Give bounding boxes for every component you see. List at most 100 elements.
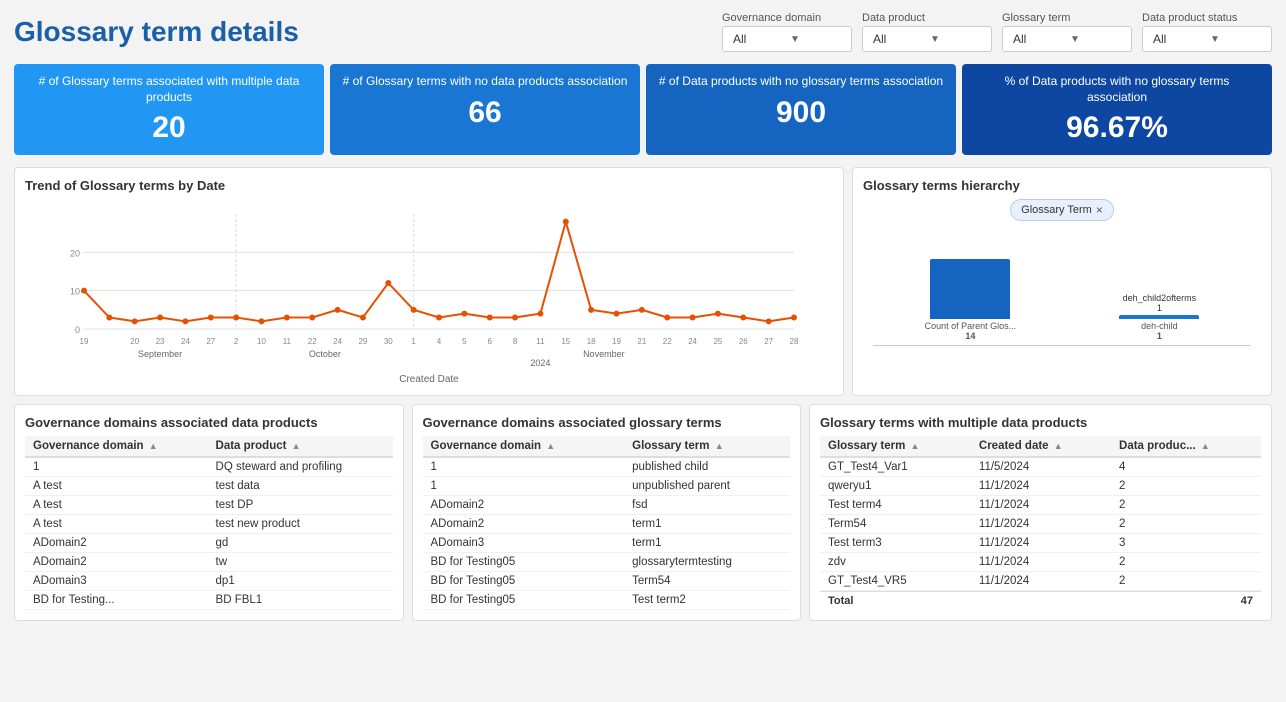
filters-container: Governance domain All ▼ Data product All… xyxy=(722,12,1272,52)
filter-value-2: All xyxy=(1013,32,1064,46)
filter-select-0[interactable]: All ▼ xyxy=(722,26,852,52)
svg-text:22: 22 xyxy=(663,337,672,346)
svg-text:6: 6 xyxy=(487,337,492,346)
page-title: Glossary term details xyxy=(14,16,706,48)
gov-glossary-terms-panel: Governance domains associated glossary t… xyxy=(412,404,802,621)
svg-text:30: 30 xyxy=(384,337,393,346)
gov-data-products-panel: Governance domains associated data produ… xyxy=(14,404,404,621)
table-row: 1published child xyxy=(423,457,791,477)
svg-text:24: 24 xyxy=(688,337,697,346)
sort-icon-1: ▲ xyxy=(1054,441,1063,451)
trend-chart-panel: Trend of Glossary terms by Date 01020Sep… xyxy=(14,167,844,396)
chevron-down-icon-0: ▼ xyxy=(790,34,841,45)
gov-data-products-title: Governance domains associated data produ… xyxy=(25,415,393,430)
svg-text:19: 19 xyxy=(80,337,89,346)
bar-group-0: Count of Parent Glos...14 xyxy=(925,257,1017,341)
td-gdp-head-1-1: test data xyxy=(208,477,393,496)
svg-text:10: 10 xyxy=(70,287,80,297)
filter-select-3[interactable]: All ▼ xyxy=(1142,26,1272,52)
td-gm-head-4-1: 11/1/2024 xyxy=(971,534,1111,553)
td-gdp-head-5-1: tw xyxy=(208,553,393,572)
table-row: zdv11/1/20242 xyxy=(820,553,1261,572)
svg-text:2: 2 xyxy=(234,337,239,346)
td-gm-head-3-1: 11/1/2024 xyxy=(971,515,1111,534)
td-gdp-head-3-0: A test xyxy=(25,515,208,534)
kpi-card-0: # of Glossary terms associated with mult… xyxy=(14,64,324,155)
td-gm-head-1-0: qweryu1 xyxy=(820,477,971,496)
td-gm-head-6-2: 2 xyxy=(1111,572,1261,591)
filter-label-0: Governance domain xyxy=(722,12,852,24)
svg-text:5: 5 xyxy=(462,337,467,346)
td-gdp-head-6-0: ADomain3 xyxy=(25,572,208,591)
kpi-card-1: # of Glossary terms with no data product… xyxy=(330,64,640,155)
td-gm-head-1-1: 11/1/2024 xyxy=(971,477,1111,496)
chevron-down-icon-3: ▼ xyxy=(1210,34,1261,45)
kpi-value-1: 66 xyxy=(342,96,628,130)
table-row: 1unpublished parent xyxy=(423,477,791,496)
td-gdp-head-6-1: dp1 xyxy=(208,572,393,591)
table-row: Test term411/1/20242 xyxy=(820,496,1261,515)
hierarchy-chip[interactable]: Glossary Term × xyxy=(1010,199,1114,221)
svg-text:10: 10 xyxy=(257,337,266,346)
sort-icon-0: ▲ xyxy=(149,441,158,451)
td-gm-head-0-2: 4 xyxy=(1111,457,1261,477)
kpi-label-0: # of Glossary terms associated with mult… xyxy=(26,74,312,105)
filter-group-0: Governance domain All ▼ xyxy=(722,12,852,52)
svg-text:29: 29 xyxy=(358,337,367,346)
td-gm-head-0-0: GT_Test4_Var1 xyxy=(820,457,971,477)
main-row: Trend of Glossary terms by Date 01020Sep… xyxy=(14,167,1272,396)
th-gm-head-2[interactable]: Data produc... ▲ xyxy=(1111,436,1261,457)
svg-text:8: 8 xyxy=(513,337,518,346)
svg-text:October: October xyxy=(309,349,341,359)
hierarchy-panel: Glossary terms hierarchy Glossary Term ×… xyxy=(852,167,1272,396)
glossary-multiple-scroll[interactable]: Glossary term ▲Created date ▲Data produc… xyxy=(820,436,1261,591)
td-gm-head-2-0: Test term4 xyxy=(820,496,971,515)
th-gm-head-0[interactable]: Glossary term ▲ xyxy=(820,436,971,457)
th-gdp-head-0[interactable]: Governance domain ▲ xyxy=(25,436,208,457)
filter-value-0: All xyxy=(733,32,784,46)
filter-group-2: Glossary term All ▼ xyxy=(1002,12,1132,52)
td-gdp-head-4-0: ADomain2 xyxy=(25,534,208,553)
chart-x-label: Created Date xyxy=(25,374,833,385)
filter-group-1: Data product All ▼ xyxy=(862,12,992,52)
sort-icon-0: ▲ xyxy=(546,441,555,451)
table-row: BD for Testing...BD FBL1 xyxy=(25,591,393,610)
table-row: BD for Testing05glossarytermtesting xyxy=(423,553,791,572)
hierarchy-bars: Count of Parent Glos...14 deh_child2ofte… xyxy=(863,237,1261,364)
kpi-label-3: % of Data products with no glossary term… xyxy=(974,74,1260,105)
hierarchy-chip-close[interactable]: × xyxy=(1096,203,1103,217)
sort-icon-1: ▲ xyxy=(292,441,301,451)
td-ggt-head-3-0: ADomain2 xyxy=(423,515,625,534)
table-row: ADomain2fsd xyxy=(423,496,791,515)
svg-text:27: 27 xyxy=(206,337,215,346)
th-gm-head-1[interactable]: Created date ▲ xyxy=(971,436,1111,457)
filter-select-1[interactable]: All ▼ xyxy=(862,26,992,52)
svg-text:21: 21 xyxy=(637,337,646,346)
td-ggt-head-7-0: BD for Testing05 xyxy=(423,591,625,610)
td-gdp-head-7-1: BD FBL1 xyxy=(208,591,393,610)
td-ggt-head-1-1: unpublished parent xyxy=(624,477,790,496)
bar-group-1: deh_child2ofterms1 deh-child1 xyxy=(1119,293,1199,341)
svg-text:23: 23 xyxy=(156,337,165,346)
sort-icon-2: ▲ xyxy=(1201,441,1210,451)
bar-1 xyxy=(1119,315,1199,319)
trend-chart-title: Trend of Glossary terms by Date xyxy=(25,178,833,193)
filter-label-2: Glossary term xyxy=(1002,12,1132,24)
td-gdp-head-2-0: A test xyxy=(25,496,208,515)
table-row: Term5411/1/20242 xyxy=(820,515,1261,534)
table-row: A testtest new product xyxy=(25,515,393,534)
th-ggt-head-0[interactable]: Governance domain ▲ xyxy=(423,436,625,457)
gov-data-products-scroll[interactable]: Governance domain ▲Data product ▲ 1DQ st… xyxy=(25,436,393,610)
gov-glossary-terms-scroll[interactable]: Governance domain ▲Glossary term ▲ 1publ… xyxy=(423,436,791,610)
th-ggt-head-1[interactable]: Glossary term ▲ xyxy=(624,436,790,457)
svg-text:19: 19 xyxy=(612,337,621,346)
td-gm-head-2-2: 2 xyxy=(1111,496,1261,515)
th-gdp-head-1[interactable]: Data product ▲ xyxy=(208,436,393,457)
bar-popup-1: deh_child2ofterms1 xyxy=(1123,293,1197,313)
table-row: GT_Test4_VR511/1/20242 xyxy=(820,572,1261,591)
td-gdp-head-0-0: 1 xyxy=(25,457,208,477)
filter-select-2[interactable]: All ▼ xyxy=(1002,26,1132,52)
td-gm-head-3-0: Term54 xyxy=(820,515,971,534)
table-row: A testtest DP xyxy=(25,496,393,515)
sort-icon-0: ▲ xyxy=(911,441,920,451)
